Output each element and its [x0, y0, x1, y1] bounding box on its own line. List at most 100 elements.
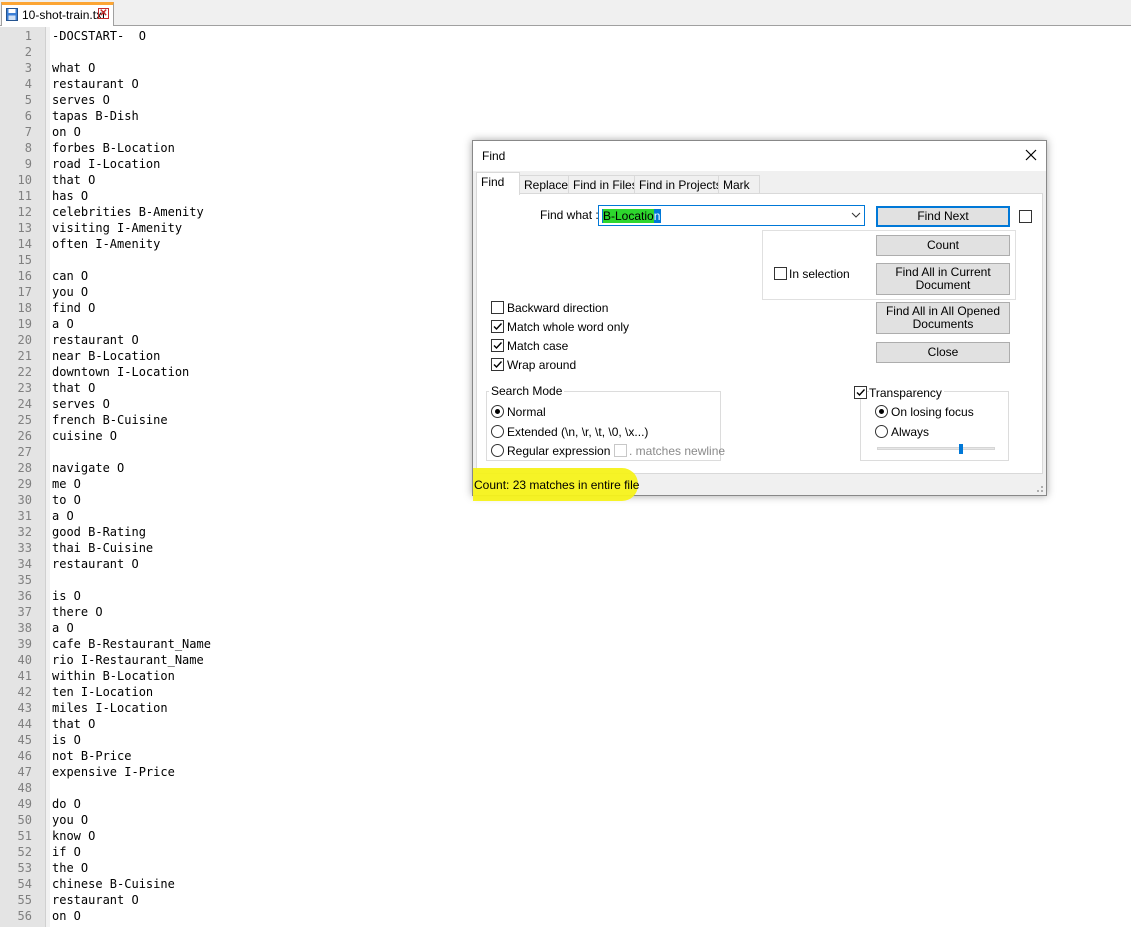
editor-line[interactable]: 40 rio I-Restaurant_Name — [0, 652, 470, 668]
editor-line[interactable]: 27 — [0, 444, 470, 460]
line-number: 28 — [17, 461, 32, 475]
editor-line[interactable]: 49 do O — [0, 796, 470, 812]
line-number: 19 — [17, 317, 32, 331]
editor-line[interactable]: 56 on O — [0, 908, 470, 924]
line-number: 39 — [17, 637, 32, 651]
editor-line[interactable]: 16 can O — [0, 268, 470, 284]
line-text: find O — [52, 301, 96, 315]
line-number: 25 — [17, 413, 32, 427]
editor-line[interactable]: 3 what O — [0, 60, 470, 76]
editor-line[interactable]: 35 — [0, 572, 470, 588]
editor-line[interactable]: 41 within B-Location — [0, 668, 470, 684]
transparency-slider-thumb[interactable] — [959, 444, 963, 454]
tab-mark[interactable]: Mark — [718, 175, 760, 194]
extended-radio[interactable] — [491, 425, 504, 438]
on-losing-focus-radio[interactable] — [875, 405, 888, 418]
normal-radio[interactable] — [491, 405, 504, 418]
find-next-option-checkbox[interactable] — [1019, 210, 1032, 223]
find-all-opened-button[interactable]: Find All in All Opened Documents — [876, 302, 1010, 334]
editor-line[interactable]: 14 often I-Amenity — [0, 236, 470, 252]
editor-line[interactable]: 10 that O — [0, 172, 470, 188]
transparency-checkbox[interactable] — [854, 386, 867, 399]
resize-grip-icon[interactable] — [1034, 483, 1044, 493]
editor-line[interactable]: 29 me O — [0, 476, 470, 492]
editor-line[interactable]: 4 restaurant O — [0, 76, 470, 92]
in-selection-checkbox[interactable] — [774, 267, 787, 280]
matches-newline-checkbox[interactable] — [614, 444, 627, 457]
editor-line[interactable]: 46 not B-Price — [0, 748, 470, 764]
editor-line[interactable]: 32 good B-Rating — [0, 524, 470, 540]
transparency-slider[interactable] — [877, 447, 995, 450]
line-text: restaurant O — [52, 893, 139, 907]
close-dialog-icon[interactable] — [1022, 146, 1040, 164]
editor-line[interactable]: 19 a O — [0, 316, 470, 332]
editor-line[interactable]: 52 if O — [0, 844, 470, 860]
match-case-checkbox[interactable] — [491, 339, 504, 352]
editor-line[interactable]: 25 french B-Cuisine — [0, 412, 470, 428]
editor-line[interactable]: 37 there O — [0, 604, 470, 620]
editor-line[interactable]: 54 chinese B-Cuisine — [0, 876, 470, 892]
close-button[interactable]: Close — [876, 342, 1010, 363]
regex-radio[interactable] — [491, 444, 504, 457]
editor-line[interactable]: 47 expensive I-Price — [0, 764, 470, 780]
count-button[interactable]: Count — [876, 235, 1010, 256]
editor-line[interactable]: 31 a O — [0, 508, 470, 524]
editor-line[interactable]: 21 near B-Location — [0, 348, 470, 364]
editor-line[interactable]: 15 — [0, 252, 470, 268]
tab-find-in-files[interactable]: Find in Files — [568, 175, 638, 194]
editor-line[interactable]: 7 on O — [0, 124, 470, 140]
editor-line[interactable]: 42 ten I-Location — [0, 684, 470, 700]
always-radio[interactable] — [875, 425, 888, 438]
chevron-down-icon[interactable] — [851, 211, 861, 219]
editor-line[interactable]: 39 cafe B-Restaurant_Name — [0, 636, 470, 652]
editor-line[interactable]: 44 that O — [0, 716, 470, 732]
editor-line[interactable]: 20 restaurant O — [0, 332, 470, 348]
editor-line[interactable]: 6 tapas B-Dish — [0, 108, 470, 124]
editor-line[interactable]: 38 a O — [0, 620, 470, 636]
editor-line[interactable]: 53 the O — [0, 860, 470, 876]
editor-line[interactable]: 11 has O — [0, 188, 470, 204]
match-whole-word-checkbox[interactable] — [491, 320, 504, 333]
editor-line[interactable]: 43 miles I-Location — [0, 700, 470, 716]
editor-line[interactable]: 34 restaurant O — [0, 556, 470, 572]
editor-line[interactable]: 18 find O — [0, 300, 470, 316]
editor-line[interactable]: 30 to O — [0, 492, 470, 508]
editor-line[interactable]: 22 downtown I-Location — [0, 364, 470, 380]
editor-line[interactable]: 45 is O — [0, 732, 470, 748]
tab-find-in-projects[interactable]: Find in Projects — [634, 175, 722, 194]
find-all-current-button[interactable]: Find All in Current Document — [876, 263, 1010, 295]
tab-replace[interactable]: Replace — [519, 175, 569, 194]
editor-line[interactable]: 5 serves O — [0, 92, 470, 108]
line-text: there O — [52, 605, 103, 619]
editor-line[interactable]: 36 is O — [0, 588, 470, 604]
editor-line[interactable]: 33 thai B-Cuisine — [0, 540, 470, 556]
editor-line[interactable]: 28 navigate O — [0, 460, 470, 476]
file-tab[interactable]: 10-shot-train.txt ✕ — [1, 2, 114, 26]
line-text: good B-Rating — [52, 525, 146, 539]
line-text: what O — [52, 61, 96, 75]
editor-line[interactable]: 23 that O — [0, 380, 470, 396]
editor-line[interactable]: 26 cuisine O — [0, 428, 470, 444]
backward-direction-checkbox[interactable] — [491, 301, 504, 314]
editor-line[interactable]: 24 serves O — [0, 396, 470, 412]
editor-line[interactable]: 9 road I-Location — [0, 156, 470, 172]
editor-line[interactable]: 51 know O — [0, 828, 470, 844]
wrap-around-checkbox[interactable] — [491, 358, 504, 371]
tab-find[interactable]: Find — [476, 172, 520, 195]
editor-line[interactable]: 48 — [0, 780, 470, 796]
editor-line[interactable]: 55 restaurant O — [0, 892, 470, 908]
find-what-input[interactable]: B-Location — [598, 205, 865, 226]
editor-line[interactable]: 8 forbes B-Location — [0, 140, 470, 156]
editor-line[interactable]: 17 you O — [0, 284, 470, 300]
editor-line[interactable]: 2 — [0, 44, 470, 60]
editor-line[interactable]: 12 celebrities B-Amenity — [0, 204, 470, 220]
editor-line[interactable]: 13 visiting I-Amenity — [0, 220, 470, 236]
line-text: thai B-Cuisine — [52, 541, 154, 555]
find-next-button[interactable]: Find Next — [876, 206, 1010, 227]
editor-line[interactable]: 50 you O — [0, 812, 470, 828]
line-number: 45 — [17, 733, 32, 747]
line-number: 38 — [17, 621, 32, 635]
close-tab-icon[interactable]: ✕ — [98, 8, 109, 19]
editor-line[interactable]: 1 -DOCSTART- O — [0, 28, 470, 44]
match-case-label: Match case — [507, 339, 569, 353]
